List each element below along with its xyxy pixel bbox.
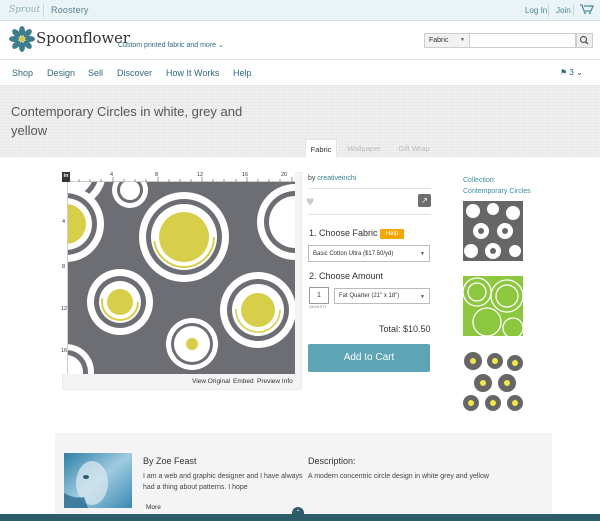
divider bbox=[548, 4, 549, 17]
nav-how-it-works[interactable]: How It Works bbox=[166, 68, 219, 78]
collection-thumb[interactable] bbox=[463, 351, 523, 411]
search-category-label: Fabric bbox=[429, 37, 449, 44]
cart-icon[interactable] bbox=[580, 4, 594, 17]
chevron-down-icon: ▼ bbox=[460, 37, 465, 43]
ruler-label: 8 bbox=[62, 264, 66, 270]
step-choose-fabric: 1. Choose Fabric bbox=[309, 228, 378, 238]
nav-sell[interactable]: Sell bbox=[88, 68, 103, 78]
tab-wallpaper[interactable]: Wallpaper bbox=[343, 139, 385, 157]
collection-thumb[interactable] bbox=[463, 201, 523, 261]
divider bbox=[573, 4, 574, 17]
chevron-down-icon: ⌄ bbox=[218, 42, 224, 49]
tagline-dropdown[interactable]: Custom printed fabric and more ⌄ bbox=[118, 41, 224, 49]
share-icon[interactable]: ↗ bbox=[418, 194, 431, 207]
search-category-select[interactable]: Fabric ▼ bbox=[424, 33, 470, 48]
designer-name: By Zoe Feast bbox=[143, 456, 197, 466]
logo-wordmark[interactable]: Spoonflower bbox=[36, 29, 130, 47]
description-text: A modern concentric circle design in whi… bbox=[308, 473, 489, 480]
designer-byline: by creativeinchi bbox=[308, 175, 356, 182]
fabric-select[interactable]: Basic Cotton Ultra ($17.50/yd) ▼ bbox=[308, 245, 430, 262]
ruler-label: 12 bbox=[61, 306, 68, 312]
amount-select-value: Fat Quarter (21" x 18") bbox=[339, 293, 400, 299]
divider bbox=[43, 4, 44, 17]
fabric-select-value: Basic Cotton Ultra ($17.50/yd) bbox=[313, 251, 394, 257]
tab-fabric[interactable]: Fabric bbox=[305, 139, 337, 157]
embed-link[interactable]: Embed bbox=[233, 378, 254, 385]
chevron-down-icon: ▼ bbox=[420, 251, 425, 257]
view-original-link[interactable]: View Original bbox=[192, 378, 230, 385]
favorite-heart-icon[interactable]: ♥ bbox=[306, 193, 314, 209]
collection-thumb[interactable] bbox=[463, 276, 523, 336]
ruler-label: 16 bbox=[61, 348, 68, 354]
top-bar: Sprout Roostery Log In Join bbox=[0, 0, 600, 21]
ruler-label: 8 bbox=[155, 172, 159, 178]
scroll-up-chevron-icon[interactable]: ⌃ bbox=[292, 507, 304, 519]
nav-shop[interactable]: Shop bbox=[12, 68, 33, 78]
divider bbox=[308, 214, 431, 215]
spoonflower-logo-icon[interactable] bbox=[9, 26, 35, 52]
nav-design[interactable]: Design bbox=[47, 68, 75, 78]
main-nav: Shop Design Sell Discover How It Works H… bbox=[0, 59, 600, 86]
chevron-down-icon: ▼ bbox=[420, 294, 425, 300]
by-label: by bbox=[308, 175, 316, 182]
preview-info-link[interactable]: Preview Info bbox=[257, 378, 293, 385]
ruler-label: 4 bbox=[110, 172, 114, 178]
help-badge[interactable]: Help bbox=[380, 229, 404, 239]
designer-avatar[interactable] bbox=[64, 453, 132, 508]
total-price: Total: $10.50 bbox=[379, 324, 431, 334]
search-input[interactable] bbox=[470, 33, 576, 48]
chevron-down-icon: ⌄ bbox=[576, 68, 583, 77]
ruler-label: 4 bbox=[62, 219, 66, 225]
nav-discover[interactable]: Discover bbox=[117, 68, 152, 78]
search-button[interactable] bbox=[576, 33, 593, 48]
ruler-top: 4 8 12 16 20 bbox=[68, 172, 295, 182]
step-choose-amount: 2. Choose Amount bbox=[309, 271, 384, 281]
sprout-link[interactable]: Sprout bbox=[9, 5, 40, 15]
login-link[interactable]: Log In bbox=[525, 6, 547, 15]
divider bbox=[308, 188, 431, 189]
collection-heading: Collection: Contemporary Circles bbox=[463, 175, 543, 197]
search-icon bbox=[579, 35, 589, 45]
unit-toggle[interactable]: in bbox=[62, 172, 70, 182]
designer-bio: I am a web and graphic designer and I ha… bbox=[143, 473, 303, 491]
region-selector[interactable]: ⚑ 3 ⌄ bbox=[560, 68, 583, 77]
quantity-input[interactable]: 1 bbox=[309, 287, 329, 304]
designer-link[interactable]: creativeinchi bbox=[317, 175, 356, 182]
collection-label: Collection: bbox=[463, 177, 496, 184]
tab-gift-wrap[interactable]: Gift Wrap bbox=[393, 139, 435, 157]
region-label: 3 bbox=[569, 68, 574, 77]
roostery-link[interactable]: Roostery bbox=[51, 5, 89, 15]
fabric-pattern-image[interactable] bbox=[68, 182, 295, 374]
ruler-label: 20 bbox=[281, 172, 288, 178]
join-link[interactable]: Join bbox=[556, 6, 571, 15]
collection-link[interactable]: Contemporary Circles bbox=[463, 186, 543, 197]
more-link[interactable]: More bbox=[146, 504, 161, 511]
tagline-label: Custom printed fabric and more bbox=[118, 42, 217, 49]
flag-icon: ⚑ bbox=[560, 68, 568, 77]
page-title: Contemporary Circles in white, grey and … bbox=[11, 104, 243, 138]
nav-help[interactable]: Help bbox=[233, 68, 252, 78]
description-heading: Description: bbox=[308, 456, 356, 466]
amount-select[interactable]: Fat Quarter (21" x 18") ▼ bbox=[334, 288, 430, 304]
quantity-label: QUANTITY bbox=[309, 305, 327, 309]
ruler-label: 16 bbox=[242, 172, 249, 178]
ruler-label: 12 bbox=[197, 172, 204, 178]
add-to-cart-button[interactable]: Add to Cart bbox=[308, 344, 430, 372]
